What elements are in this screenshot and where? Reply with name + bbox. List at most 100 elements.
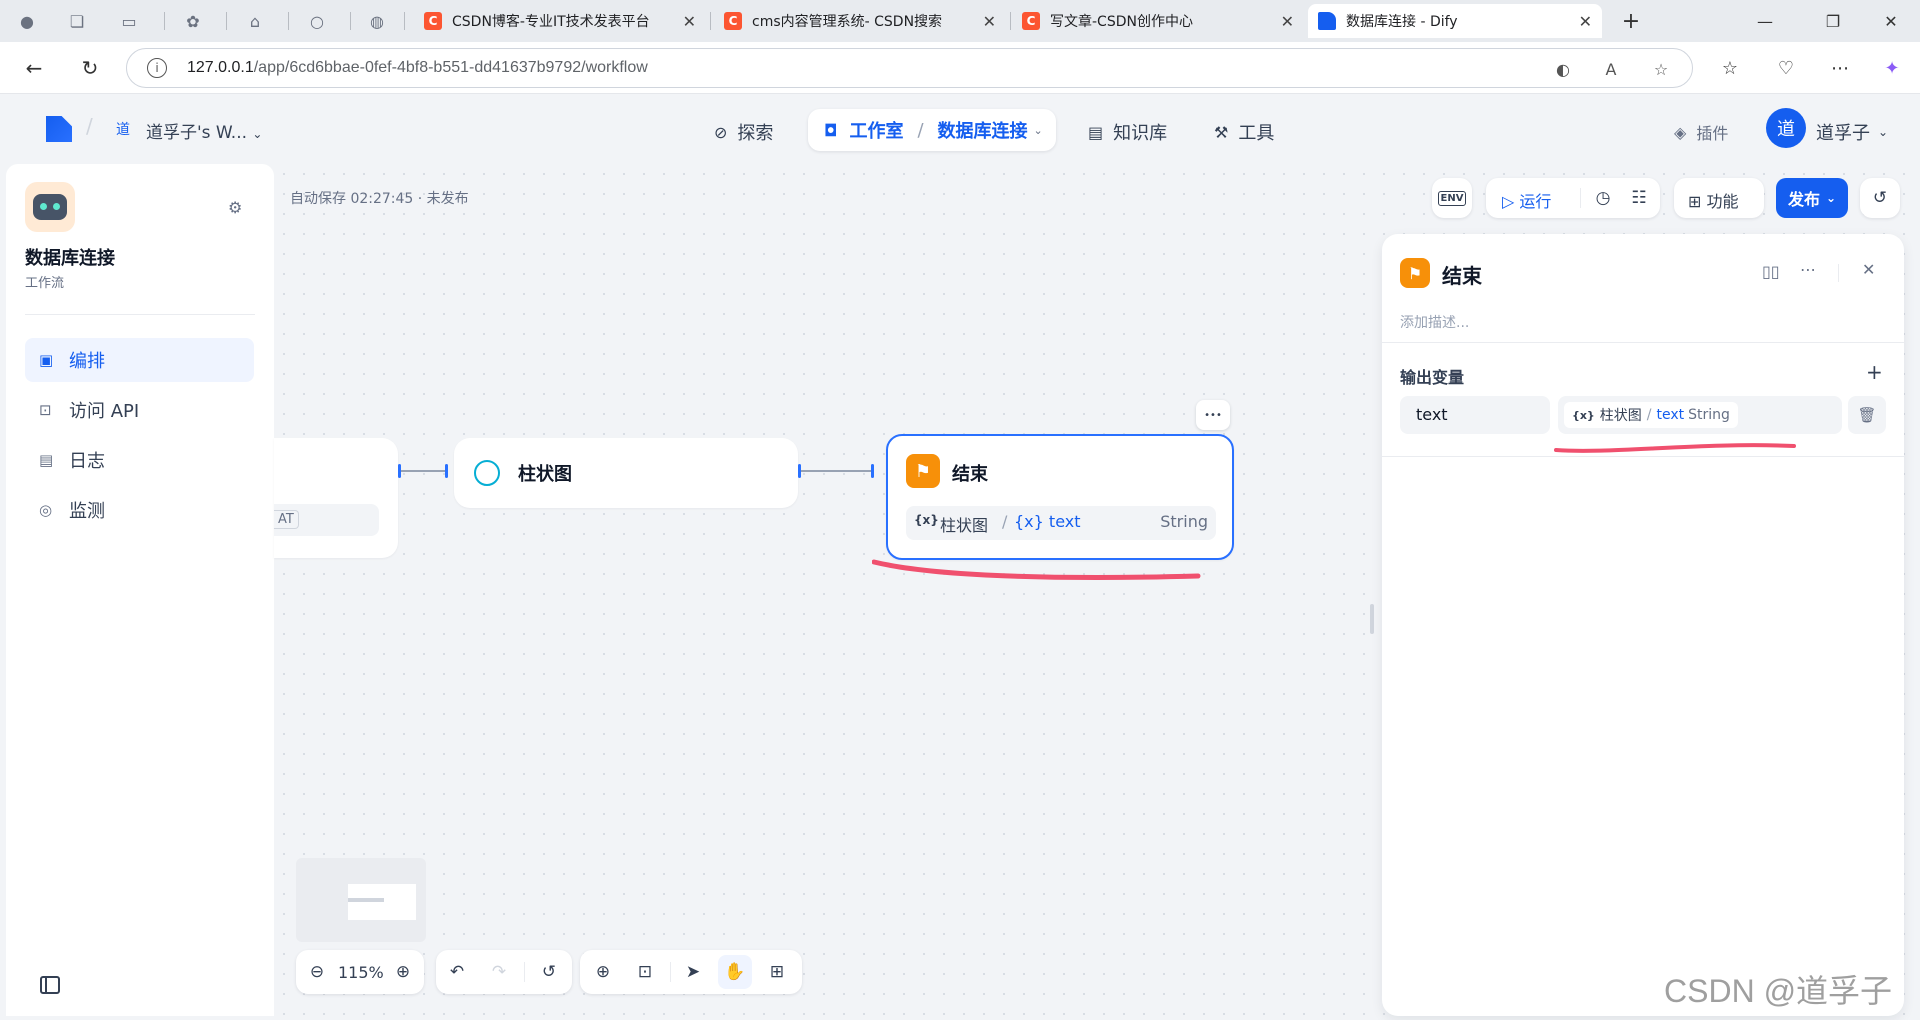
gauge-icon: ◎ [39,501,53,519]
pinned-tab-home-icon[interactable]: ⌂ [242,8,268,34]
checklist-icon[interactable]: ☷ [1622,181,1656,215]
app-available-icon[interactable]: ◐ [1551,57,1575,81]
pinned-tab-icon[interactable]: ✿ [180,8,206,34]
undo-icon[interactable]: ↶ [440,955,474,989]
workspace-switcher[interactable]: 道孚子's W... ⌄ [146,118,262,143]
minimize-icon[interactable]: — [1750,8,1780,34]
zoom-out-icon[interactable]: ⊖ [300,955,334,989]
app-robot-icon [25,182,75,232]
history-icon[interactable]: ↺ [532,955,566,989]
new-tab-icon[interactable]: + [1618,8,1644,34]
chart-input-handle[interactable] [445,464,448,478]
user-menu[interactable]: 道孚子 ⌄ [1816,114,1888,150]
nav-explore[interactable]: ⊘ 探索 [714,114,773,150]
user-avatar[interactable]: 道 [1766,108,1806,148]
panel-title[interactable]: 结束 [1442,260,1482,289]
features-button[interactable]: ⊞ 功能 [1674,178,1764,218]
chart-node[interactable]: 柱状图 [454,438,798,508]
sidebar-item-api[interactable]: ⊡ 访问 API [25,388,254,432]
end-input-handle[interactable] [871,464,874,478]
zoom-in-icon[interactable]: ⊕ [386,955,420,989]
url-input[interactable]: i 127.0.0.1/app/6cd6bbae-0fef-4bf8-b551-… [126,48,1693,88]
add-note-icon[interactable]: ⊡ [628,955,662,989]
more-icon[interactable]: ⋯ [1800,260,1816,279]
panel-resize-handle[interactable] [1370,604,1374,634]
current-app-selector[interactable]: 数据库连接 [938,117,1028,143]
dify-logo[interactable] [46,116,72,142]
browser-essentials-icon[interactable]: ♡ [1772,54,1800,82]
output-variable-selector[interactable]: {x} 柱状图 / text String [1558,396,1842,434]
restore-icon[interactable]: ❐ [1818,8,1848,34]
pinned-tab-circle-icon[interactable]: ○ [304,8,330,34]
output-section-title: 输出变量 [1400,368,1465,387]
sidebar-item-logs[interactable]: ▤ 日志 [25,438,254,482]
browser-tab-bar: ● ❏ ▭ ✿ ⌂ ○ ◍ C CSDN博客-专业IT技术发表平台 ✕ C cm… [0,0,1920,42]
robot-icon: ◘ [824,120,838,140]
zoom-level[interactable]: 115% [338,963,384,982]
description-input[interactable]: 添加描述... [1400,312,1469,332]
close-tab-icon[interactable]: ✕ [1281,12,1294,31]
node-more-button[interactable]: ••• [1196,400,1230,430]
profile-icon[interactable]: ● [14,8,40,34]
sidebar-item-monitor[interactable]: ◎ 监测 [25,488,254,532]
app-sidebar: ⚙ 数据库连接 工作流 ▣ 编排 ⊡ 访问 API ▤ 日志 ◎ 监测 [6,164,274,1016]
close-tab-icon[interactable]: ✕ [1579,12,1592,31]
end-flag-icon: ⚑ [1400,258,1430,288]
delete-output-icon[interactable]: 🗑 [1848,396,1886,434]
variable-icon: {x} [1572,408,1595,422]
version-history-button[interactable]: ↺ [1860,178,1900,218]
help-book-icon[interactable]: ▯▯ [1762,262,1780,281]
back-icon[interactable]: ← [20,54,48,82]
autosave-status: 自动保存 02:27:45 · 未发布 [290,191,469,207]
csdn-watermark: CSDN @道孚子 [1664,973,1893,1009]
start-node[interactable]: AT [274,438,398,558]
tab-dify[interactable]: 数据库连接 - Dify ✕ [1308,4,1602,38]
reload-icon[interactable]: ↻ [76,54,104,82]
app-settings-icon[interactable]: ⚙ [228,198,242,217]
run-history-icon[interactable]: ◷ [1586,181,1620,215]
more-options-icon[interactable]: ⋯ [1826,54,1854,82]
end-node[interactable]: ⚑ 结束 {x} 柱状图 / {x} text String [886,434,1234,560]
collections-icon[interactable]: ❏ [64,8,90,34]
window-close-icon[interactable]: ✕ [1876,8,1906,34]
copilot-icon[interactable]: ✦ [1878,54,1906,82]
sidebar-item-orchestrate[interactable]: ▣ 编排 [25,338,254,382]
tab-csdn-write[interactable]: C 写文章-CSDN创作中心 ✕ [1012,4,1304,38]
tab-csdn-blog[interactable]: C CSDN博客-专业IT技术发表平台 ✕ [414,4,706,38]
compass-icon: ⊘ [714,122,728,142]
read-aloud-icon[interactable]: A [1599,57,1623,81]
hand-icon[interactable]: ✋ [718,955,752,989]
minimap[interactable] [296,858,426,942]
organize-icon[interactable]: ⊞ [760,955,794,989]
end-flag-icon: ⚑ [906,454,940,488]
add-output-icon[interactable]: + [1866,360,1883,384]
pointer-icon[interactable]: ➤ [676,955,710,989]
add-node-icon[interactable]: ⊕ [586,955,620,989]
favorites-icon[interactable]: ☆ [1716,54,1744,82]
workspace-avatar: 道 [116,122,130,138]
nav-tools[interactable]: ⚒ 工具 [1214,114,1274,150]
app-header: / 道 道孚子's W... ⌄ ⊘ 探索 ◘ 工作室 / 数据库连接 ⌄ ▤ 知识… [0,94,1920,164]
minimap-viewport [348,884,416,920]
env-icon: ENV [1435,181,1469,215]
publish-button[interactable]: 发布 ⌄ [1776,178,1848,218]
nav-knowledge[interactable]: ▤ 知识库 [1088,114,1167,150]
tab-csdn-search[interactable]: C cms内容管理系统- CSDN搜索 ✕ [714,4,1006,38]
close-tab-icon[interactable]: ✕ [983,12,996,31]
site-info-icon[interactable]: i [147,58,167,78]
tab-actions-icon[interactable]: ▭ [116,8,142,34]
env-button[interactable]: ENV [1432,178,1472,218]
close-tab-icon[interactable]: ✕ [683,12,696,31]
chart-node-title: 柱状图 [518,464,572,485]
pinned-tab-globe-icon[interactable]: ◍ [364,8,390,34]
run-button[interactable]: ▷ 运行 [1502,188,1551,212]
output-name-input[interactable]: text [1400,396,1550,434]
favorite-star-icon[interactable]: ☆ [1649,57,1673,81]
close-panel-icon[interactable]: ✕ [1862,260,1875,279]
redo-icon[interactable]: ↷ [482,955,516,989]
nav-studio[interactable]: ◘ 工作室 / 数据库连接 ⌄ [808,109,1056,151]
collapse-sidebar-icon[interactable] [40,976,60,994]
edge-start-chart[interactable] [401,470,445,472]
edge-chart-end[interactable] [801,470,871,472]
plugins-button[interactable]: ◈ 插件 [1674,114,1728,150]
